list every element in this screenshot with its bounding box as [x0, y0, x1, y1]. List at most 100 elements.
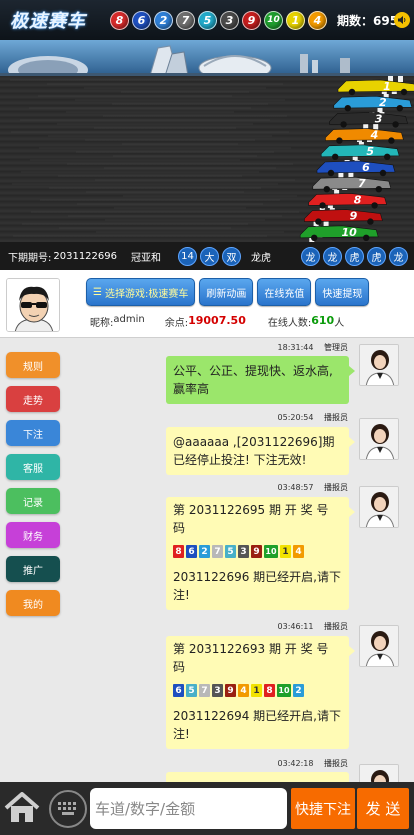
car-wheel	[315, 218, 322, 225]
longhu-chips: 龙 龙 虎 虎 龙	[298, 246, 408, 266]
draw-result-bubble: 第 2031122693 期 开 奖 号 码 6 5 7 3 9 4 1 8 1…	[166, 636, 355, 749]
sidebar-item-rules[interactable]: 规则	[6, 352, 60, 378]
status-row: 下期期号: 2031122696 冠亚和 14 大 双 龙虎 龙 龙 虎 虎 龙	[0, 242, 414, 270]
car-wheel	[400, 88, 408, 96]
result-ball: 3	[220, 10, 239, 30]
sidebar-item-service[interactable]: 客服	[6, 454, 60, 480]
draw-number: 10	[277, 684, 291, 697]
draw-number: 3	[212, 684, 223, 697]
car-wheel	[348, 88, 356, 96]
next-period-label: 下期期号:	[8, 252, 52, 264]
result-ball: 5	[198, 10, 217, 30]
car-number: 10	[342, 226, 358, 239]
longhu-chip: 龙	[301, 246, 320, 266]
longhu-chip: 龙	[389, 246, 408, 266]
user-avatar[interactable]	[6, 278, 60, 332]
car-number: 8	[354, 193, 362, 206]
online-unit: 人	[334, 318, 345, 329]
car-wheel	[375, 186, 382, 193]
draw-number: 7	[212, 545, 223, 558]
draw-number: 9	[225, 684, 236, 697]
car-wheel	[332, 153, 339, 160]
draw-number: 8	[264, 684, 275, 697]
app-title: 极速赛车	[10, 11, 86, 32]
skyline-illustration	[0, 45, 414, 76]
draw-result-tail: 2031122694 期已经开启,请下注!	[173, 709, 341, 741]
car-number: 9	[350, 210, 358, 223]
nickname-label: 昵称:	[90, 318, 114, 329]
speaker-icon[interactable]	[394, 12, 410, 28]
keyboard-icon[interactable]	[49, 790, 87, 828]
chat-feed[interactable]: 18:31:44 管理员 公平、公正、提现快、返水高,赢率高 05:20:54 …	[66, 338, 414, 782]
car-wheel	[388, 137, 395, 144]
longhu-chip: 虎	[345, 246, 364, 266]
draw-number: 4	[293, 545, 304, 558]
draw-number: 7	[199, 684, 210, 697]
sidebar-item-records[interactable]: 记录	[6, 488, 60, 514]
race-car: 1	[337, 79, 414, 96]
refresh-animation-button[interactable]: 刷新动画	[199, 278, 254, 306]
longhu-chip: 虎	[367, 246, 386, 266]
race-track-illustration: 1 2 3 4 5 6 7 8 9 10	[10, 76, 414, 242]
home-icon[interactable]	[4, 792, 40, 824]
sidebar-item-promote[interactable]: 推广	[6, 556, 60, 582]
draw-result-bubble: 第 2031122695 期 开 奖 号 码 8 6 2 7 5 3 9 10 …	[166, 497, 355, 610]
message-time: 05:20:54	[277, 413, 314, 422]
car-number: 2	[379, 96, 387, 109]
sender-avatar	[359, 486, 399, 528]
message-bubble: 公平、公正、提现快、返水高,赢率高	[166, 356, 355, 404]
app-page: 极速赛车 8 6 2 7 5 3 9 10 1 4 期数：695 1 2 3 4…	[0, 0, 414, 835]
user-info-line: 昵称: admin 余点: 19007.50 在线人数: 610 人	[90, 314, 344, 329]
sender-avatar	[359, 344, 399, 386]
draw-number: 5	[186, 684, 197, 697]
car-number: 6	[362, 161, 370, 174]
sidebar-item-mine[interactable]: 我的	[6, 590, 60, 616]
draw-number: 6	[173, 684, 184, 697]
guanyahe-label: 冠亚和	[131, 252, 161, 264]
message-sender: 播报员	[324, 759, 348, 768]
top-bar: 极速赛车 8 6 2 7 5 3 9 10 1 4 期数：695	[0, 0, 414, 40]
message-bubble	[166, 772, 349, 782]
last-result-balls: 8 6 2 7 5 3 9 10 1 4	[110, 10, 327, 30]
guanyahe-size-chip: 大	[200, 246, 219, 266]
draw-number: 5	[225, 545, 236, 558]
car-wheel	[323, 186, 330, 193]
car-number: 5	[366, 145, 374, 158]
sidebar-item-finance[interactable]: 财务	[6, 522, 60, 548]
next-period-value: 2031122696	[53, 250, 117, 262]
select-game-button[interactable]: ☰ 选择游戏:极速赛车	[86, 278, 196, 306]
car-wheel	[344, 105, 351, 112]
race-car: 9	[304, 209, 383, 225]
message-sender: 管理员	[324, 343, 348, 352]
guanyahe-parity-chip: 双	[222, 246, 241, 266]
sidebar-item-bet[interactable]: 下注	[6, 420, 60, 446]
message-bubble: @aaaaaa ,[2031122696]期已经停止投注! 下注无效!	[166, 427, 355, 475]
nickname-value: admin	[113, 314, 145, 325]
sidebar: 规则 走势 下注 客服 记录 财务 推广 我的	[6, 352, 60, 624]
quick-withdraw-button[interactable]: 快速提现	[315, 278, 370, 306]
message-time: 18:31:44	[277, 343, 314, 352]
message-meta: 03:42:18 播报员	[278, 758, 348, 769]
message-meta: 05:20:54 播报员	[278, 412, 348, 423]
car-wheel	[363, 234, 370, 241]
result-ball: 9	[242, 10, 261, 30]
race-car: 6	[316, 160, 396, 177]
result-ball: 10	[264, 10, 283, 30]
bet-input[interactable]	[90, 788, 287, 829]
draw-result-head: 第 2031122693 期 开 奖 号 码	[173, 642, 329, 674]
race-track: 1 2 3 4 5 6 7 8 9 10	[0, 76, 414, 242]
car-number: 3	[375, 112, 383, 125]
car-wheel	[392, 121, 399, 128]
car-wheel	[379, 169, 387, 177]
draw-result-numbers: 6 5 7 3 9 4 1 8 10 2	[173, 684, 342, 697]
sidebar-item-trend[interactable]: 走势	[6, 386, 60, 412]
draw-result-tail: 2031122696 期已经开启,请下注!	[173, 570, 341, 602]
race-car: 4	[325, 128, 404, 144]
online-recharge-button[interactable]: 在线充值	[257, 278, 312, 306]
result-ball: 8	[110, 10, 129, 30]
result-ball: 6	[132, 10, 151, 30]
quick-bet-button[interactable]: 快捷下注	[291, 788, 355, 829]
draw-number: 10	[264, 545, 278, 558]
send-button[interactable]: 发 送	[357, 788, 409, 829]
draw-number: 8	[173, 545, 184, 558]
